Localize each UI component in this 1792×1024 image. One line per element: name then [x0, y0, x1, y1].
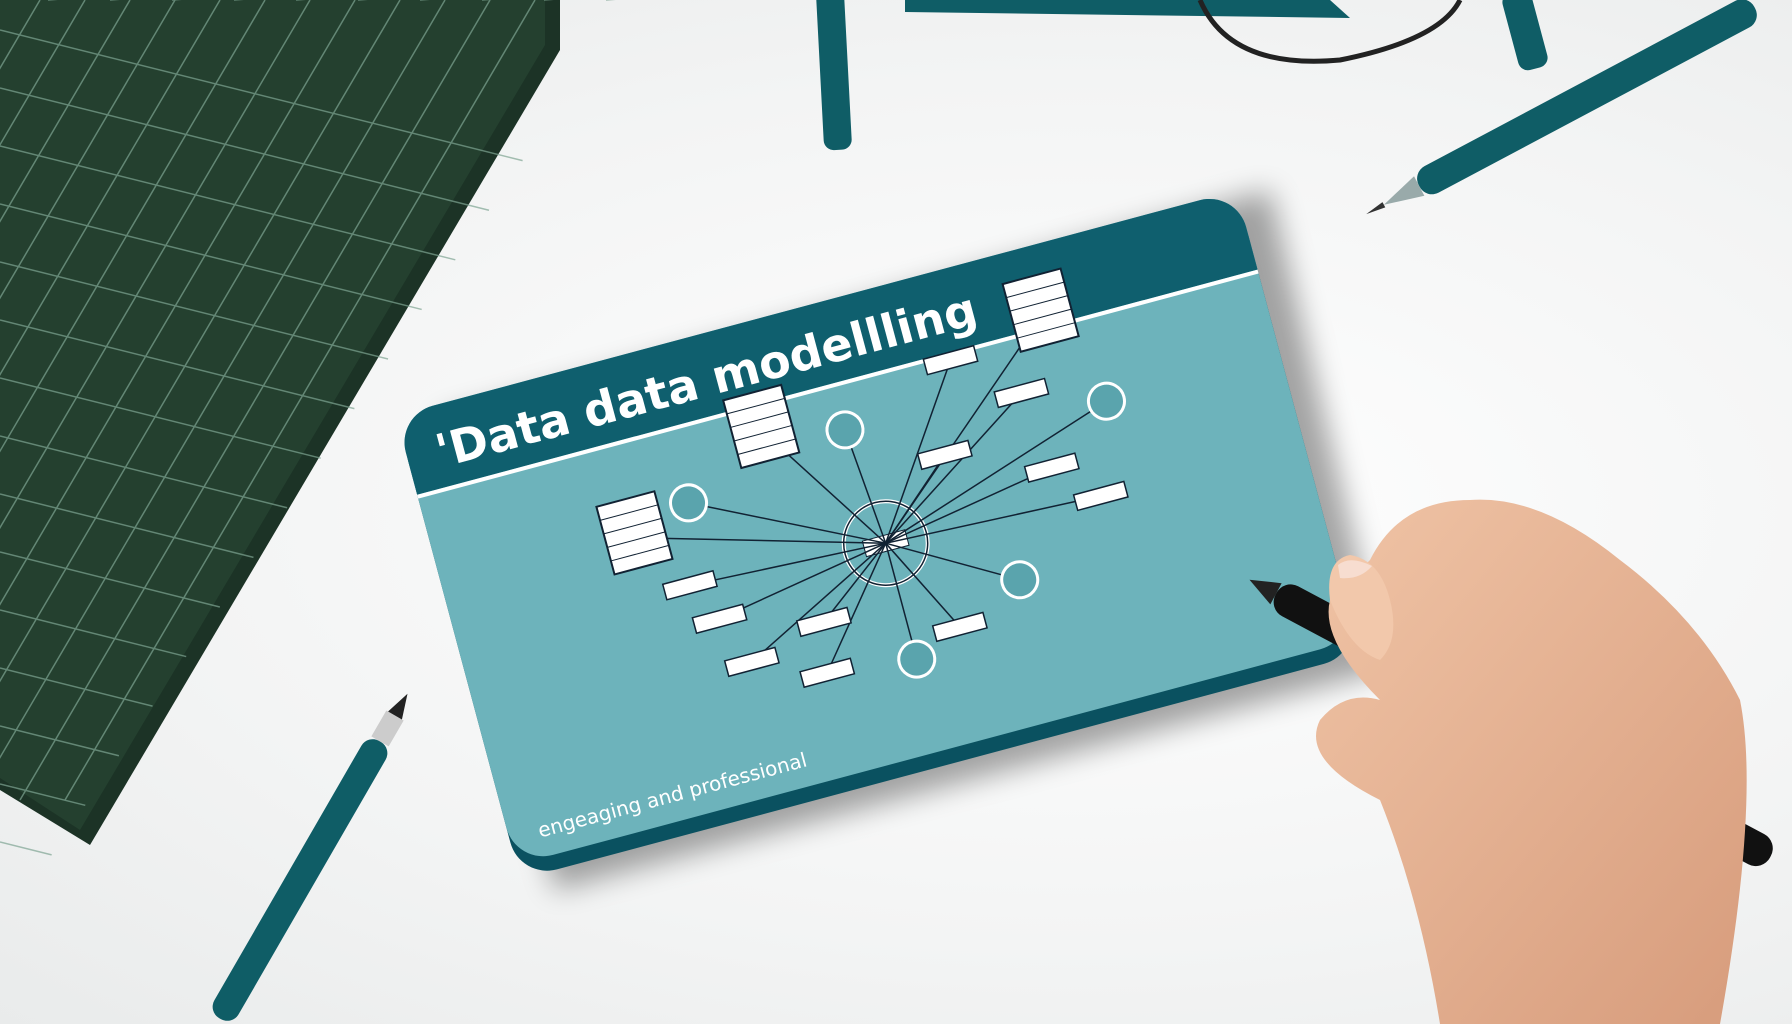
hand	[1316, 499, 1747, 1024]
pen-bottom-left	[212, 693, 408, 1021]
data-modelling-card: 'Data data modellling engeaging and prof…	[404, 198, 1353, 871]
scene-illustration: 'Data data modellling engeaging and prof…	[0, 0, 1773, 1024]
photo-scene: 'Data data modellling engeaging and prof…	[0, 0, 1792, 1024]
mat-grid-line	[0, 841, 52, 856]
eyeglasses	[816, 0, 1548, 151]
